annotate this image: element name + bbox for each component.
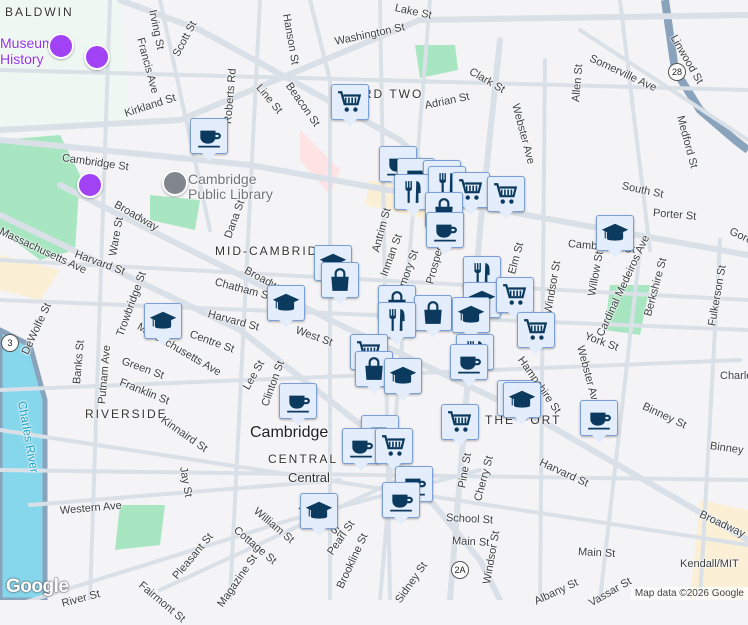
restaurant-marker[interactable] [378, 302, 416, 345]
shopping-bag-marker[interactable] [321, 262, 359, 305]
shopping-cart-marker[interactable] [517, 312, 555, 355]
cafe-marker[interactable] [279, 383, 317, 426]
cafe-icon [287, 395, 310, 413]
cafe-icon [434, 224, 457, 242]
cafe-marker[interactable] [450, 344, 488, 387]
route-shield-28: 28 [668, 63, 686, 81]
map-label: Museum [0, 35, 54, 51]
map-label: Main St [451, 535, 490, 549]
education-marker[interactable] [596, 215, 634, 258]
map-label: School St [445, 512, 494, 527]
education-marker[interactable] [300, 493, 338, 536]
education-icon [602, 223, 628, 241]
museum-pin-icon[interactable] [48, 33, 74, 59]
shopping-bag-marker[interactable] [414, 295, 452, 338]
shopping-cart-icon [338, 91, 362, 112]
route-shield-2a: 2A [451, 561, 469, 579]
shopping-bag-icon [424, 301, 442, 324]
restaurant-icon [405, 181, 421, 203]
cafe-icon [390, 494, 413, 512]
shopping-cart-marker[interactable] [331, 84, 369, 127]
map-label: CENTRAL [268, 452, 339, 466]
shopping-cart-marker[interactable] [375, 428, 413, 471]
education-marker[interactable] [144, 303, 182, 346]
shopping-bag-icon [331, 268, 349, 291]
museum-pin-icon[interactable] [84, 44, 110, 70]
map-label: RIVERSIDE [85, 407, 168, 421]
education-marker[interactable] [267, 285, 305, 328]
map-label: Charle [720, 370, 748, 382]
map-label: History [0, 51, 44, 67]
park [415, 45, 458, 78]
shopping-cart-icon [382, 435, 406, 456]
restaurant-icon [389, 309, 405, 331]
education-icon [150, 311, 176, 329]
shopping-cart-marker[interactable] [496, 277, 534, 320]
education-icon [390, 366, 416, 384]
map-label: Kendall/MIT [680, 558, 739, 570]
cafe-icon [588, 412, 611, 430]
shopping-cart-icon [494, 183, 518, 204]
cafe-marker[interactable] [190, 118, 228, 161]
cafe-icon [458, 356, 481, 374]
map-label: Main St [577, 546, 616, 560]
map-label: Central [288, 470, 330, 485]
hospital-area [300, 130, 340, 195]
library-pin-icon[interactable] [162, 170, 188, 196]
cafe-icon [198, 130, 221, 148]
map-attribution[interactable]: Map data ©2026 Google [630, 587, 748, 600]
google-logo: Google [6, 576, 69, 597]
education-icon [273, 293, 299, 311]
education-icon [306, 501, 332, 519]
shopping-cart-icon [448, 411, 472, 432]
cafe-marker[interactable] [426, 212, 464, 255]
education-marker[interactable] [503, 382, 541, 425]
map-label: Cambridge [188, 171, 257, 187]
map-label: Public Library [188, 186, 273, 202]
map-label: Cambridge [250, 424, 329, 441]
park [115, 505, 165, 550]
cafe-icon [350, 440, 373, 458]
cafe-marker[interactable] [580, 400, 618, 443]
shopping-cart-marker[interactable] [441, 404, 479, 447]
route-shield-3: 3 [1, 334, 19, 352]
road [618, 0, 652, 252]
map-label: BALDWIN [5, 5, 74, 19]
education-icon [509, 390, 535, 408]
shopping-cart-icon [524, 319, 548, 340]
museum-pin-icon[interactable] [77, 172, 103, 198]
education-icon [458, 305, 484, 323]
education-marker[interactable] [384, 358, 422, 401]
cafe-marker[interactable] [382, 482, 420, 525]
shopping-cart-icon [503, 284, 527, 305]
education-marker[interactable] [452, 297, 490, 340]
shopping-cart-marker[interactable] [487, 176, 525, 219]
